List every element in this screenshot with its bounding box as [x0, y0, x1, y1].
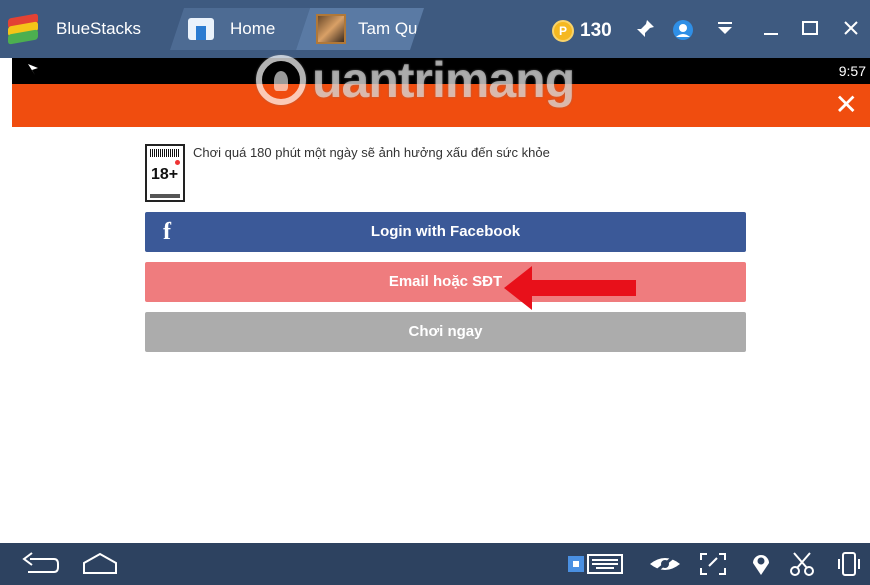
maximize-icon[interactable]	[797, 18, 823, 44]
tab-bluestacks[interactable]: BlueStacks	[6, 8, 176, 50]
rotate-icon[interactable]	[836, 551, 862, 577]
account-icon[interactable]	[670, 18, 696, 44]
age-rating: 18+	[151, 166, 179, 183]
health-warning: Chơi quá 180 phút một ngày sẽ ảnh hưởng …	[193, 145, 550, 160]
scissors-icon[interactable]	[788, 551, 816, 577]
dialog-close-button[interactable]: ✕	[835, 90, 858, 120]
bluestacks-logo-icon	[6, 13, 40, 45]
tab-home-label: Home	[230, 19, 276, 38]
game-thumbnail-icon	[316, 14, 346, 44]
bottom-toolbar	[0, 543, 870, 585]
watermark: uantrimang	[256, 48, 575, 112]
back-icon[interactable]	[18, 551, 62, 577]
play-now-button[interactable]: Chơi ngay	[145, 312, 746, 352]
close-icon[interactable]	[838, 18, 864, 44]
email-login-button[interactable]: Email hoặc SĐT	[145, 262, 746, 302]
notification-flag-icon	[26, 62, 40, 79]
age-rating-badge: 18+	[145, 144, 185, 202]
lightbulb-icon	[256, 55, 306, 105]
pin-icon[interactable]	[632, 18, 658, 44]
home-tab-icon	[188, 18, 214, 40]
home-icon[interactable]	[80, 551, 120, 577]
red-arrow-icon	[504, 266, 636, 310]
notification-icon[interactable]	[712, 18, 738, 44]
visibility-icon[interactable]	[648, 551, 682, 577]
app-name: BlueStacks	[56, 19, 142, 38]
play-now-label: Chơi ngay	[408, 323, 483, 340]
tab-game-label: Tam Qu	[358, 19, 418, 38]
facebook-icon: f	[163, 219, 171, 245]
fullscreen-icon[interactable]	[698, 551, 728, 577]
tab-home[interactable]: Home	[170, 8, 310, 50]
rating-dot-icon	[175, 160, 180, 165]
email-login-label: Email hoặc SĐT	[388, 273, 503, 290]
facebook-login-label: Login with Facebook	[370, 223, 521, 240]
coin-count[interactable]: 130	[580, 20, 612, 42]
badge-footer	[150, 194, 180, 198]
facebook-login-button[interactable]: f Login with Facebook	[145, 212, 746, 252]
coin-icon: P	[552, 20, 574, 42]
keyboard-icon[interactable]	[566, 551, 626, 577]
barcode-icon	[150, 149, 180, 157]
bluestacks-window: BlueStacks Home Tam Qu P 130 9:57 ✕ 18+ …	[0, 0, 870, 585]
status-time: 9:57	[838, 63, 866, 79]
location-icon[interactable]	[748, 551, 774, 577]
tab-game[interactable]: Tam Qu	[296, 8, 424, 50]
watermark-text: uantrimang	[312, 52, 575, 108]
minimize-icon[interactable]	[758, 18, 784, 44]
